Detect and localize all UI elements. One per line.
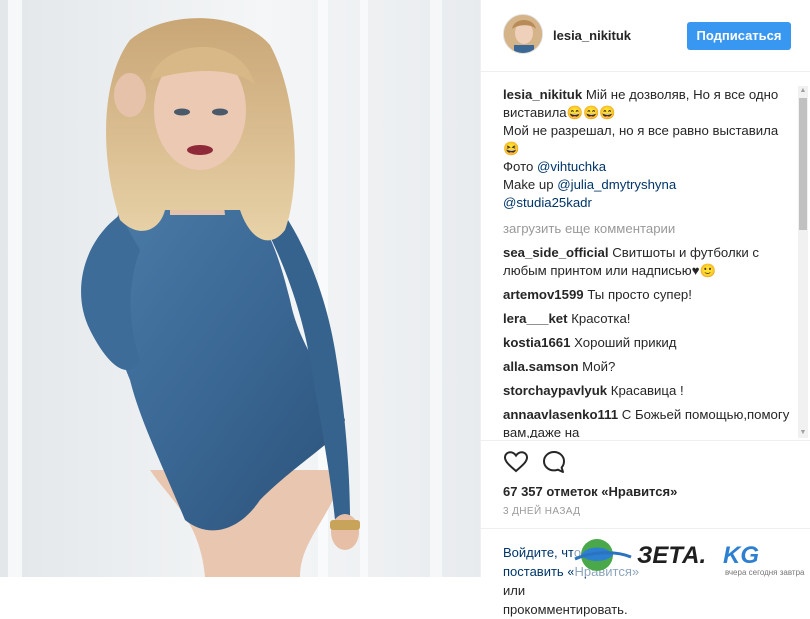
comment-item: kostia1661 Хороший прикид <box>503 334 793 352</box>
comment-username[interactable]: artemov1599 <box>503 287 584 302</box>
scroll-down-arrow-icon[interactable]: ▼ <box>798 428 808 438</box>
comment-item: alla.samson Мой? <box>503 358 793 376</box>
caption-makeup-credit: Make up @julia_dmytryshyna <box>503 176 793 194</box>
comment-username[interactable]: annaavlasenko111 <box>503 407 618 422</box>
comment-username[interactable]: kostia1661 <box>503 335 570 350</box>
comment-text: Мой? <box>582 359 616 374</box>
makeup-credit-link[interactable]: @julia_dmytryshyna <box>557 177 676 192</box>
caption-username[interactable]: lesia_nikituk <box>503 87 582 102</box>
comment-text: Хороший прикид <box>574 335 677 350</box>
svg-text:KG: KG <box>723 542 759 569</box>
likes-count[interactable]: 67 357 отметок «Нравится» <box>503 484 677 499</box>
comment-text: Красавица ! <box>610 383 684 398</box>
zeta-kg-watermark-logo: ЗЕТА. KG вчера сегодня завтра <box>573 533 809 577</box>
comment-bubble-icon[interactable] <box>541 449 567 475</box>
post-header: lesia_nikituk Подписаться <box>481 0 810 72</box>
avatar[interactable] <box>503 14 543 54</box>
comment-item: lera___ket Красотка! <box>503 310 793 328</box>
post-photo[interactable] <box>0 0 480 577</box>
caption-photo-credit: Фото @vihtuchka <box>503 158 793 176</box>
scroll-up-arrow-icon[interactable]: ▲ <box>798 86 808 96</box>
scrollbar-thumb[interactable] <box>799 98 807 230</box>
login-prompt: Войдите, чтобы поставить «Нравится» или … <box>481 528 810 617</box>
heart-icon[interactable] <box>503 449 529 475</box>
svg-text:вчера сегодня завтра: вчера сегодня завтра <box>725 568 805 577</box>
comment-username[interactable]: sea_side_official <box>503 245 609 260</box>
photo-illustration <box>0 0 480 577</box>
comment-username[interactable]: storchaypavlyuk <box>503 383 607 398</box>
svg-text:ЗЕТА.: ЗЕТА. <box>637 542 706 569</box>
studio-link[interactable]: @studia25kadr <box>503 194 793 212</box>
comment-username[interactable]: alla.samson <box>503 359 579 374</box>
makeup-prefix: Make up <box>503 177 558 192</box>
photo-prefix: Фото <box>503 159 537 174</box>
load-more-comments-link[interactable]: загрузить еще комментарии <box>503 220 793 238</box>
instagram-post: lesia_nikituk Подписаться lesia_nikituk … <box>0 0 810 617</box>
comments-list: lesia_nikituk Мій не дозволяв, Но я все … <box>503 86 793 438</box>
comment-text: Красотка! <box>571 311 631 326</box>
caption: lesia_nikituk Мій не дозволяв, Но я все … <box>503 86 793 212</box>
comment-item: artemov1599 Ты просто супер! <box>503 286 793 304</box>
follow-button[interactable]: Подписаться <box>687 22 791 50</box>
post-timestamp: 3 ДНЕЙ НАЗАД <box>503 506 581 517</box>
comment-item: sea_side_official Свитшоты и футболки с … <box>503 244 793 280</box>
header-username[interactable]: lesia_nikituk <box>553 28 631 43</box>
comment-item: annaavlasenko111 С Божьей помощью,помогу… <box>503 406 793 438</box>
comment-text: Ты просто супер! <box>587 287 692 302</box>
comment-item: storchaypavlyuk Красавица ! <box>503 382 793 400</box>
photo-credit-link[interactable]: @vihtuchka <box>537 159 606 174</box>
avatar-image <box>504 15 542 53</box>
caption-text-line2: Мой не разрешал, но я все равно выставил… <box>503 123 779 156</box>
post-actions <box>481 440 810 480</box>
comment-username[interactable]: lera___ket <box>503 311 568 326</box>
comments-scrollbar[interactable]: ▲ ▼ <box>798 86 808 438</box>
login-suffix: или прокомментировать. <box>503 583 628 617</box>
post-sidebar: lesia_nikituk Подписаться lesia_nikituk … <box>480 0 810 617</box>
